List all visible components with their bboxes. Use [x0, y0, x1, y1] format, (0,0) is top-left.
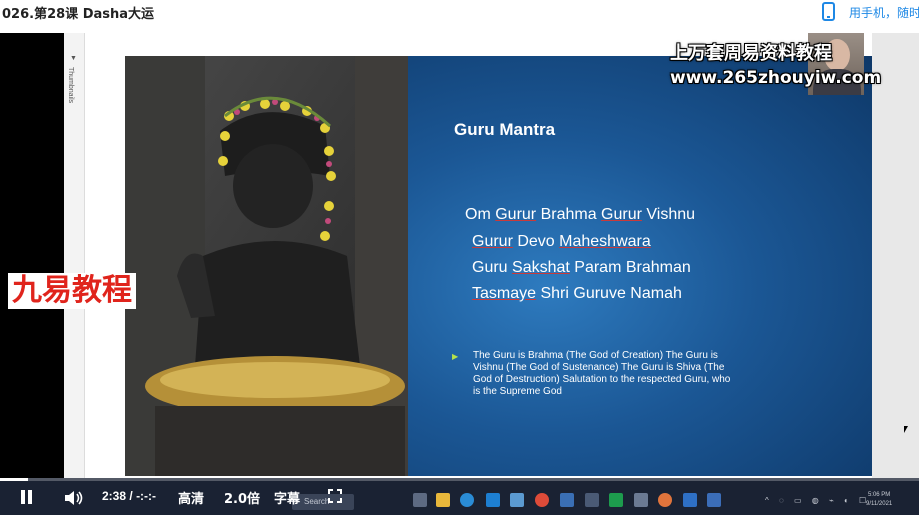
bullet-arrow-icon: ▶ [452, 352, 459, 361]
thumbnails-pane: ▼ Thumbnails [64, 33, 85, 478]
app-icon [510, 493, 524, 507]
app-icon [585, 493, 599, 507]
mantra-text: Guru [472, 259, 513, 276]
app-icon [560, 493, 574, 507]
mouse-cursor-icon [904, 426, 908, 433]
quality-button[interactable]: 高清 [178, 488, 204, 507]
current-time: 2:38 [102, 489, 127, 503]
fullscreen-icon[interactable] [328, 489, 342, 503]
brand-logo: 九易教程 [8, 273, 136, 309]
system-tray: ^ ◌ ▭ ◍ ⌁ ◐ ☐ [765, 496, 871, 505]
presentation-slide: Guru Mantra Om Gurur Brahma Gurur Vishnu… [125, 56, 872, 476]
mantra-text: Brahma [536, 206, 602, 223]
mantra-line-4: Tasmaye Shri Guruve Namah [472, 285, 682, 303]
mantra-text: Om [465, 206, 496, 223]
chrome-icon [535, 493, 549, 507]
slide-bullet-text: The Guru is Brahma (The God of Creation)… [473, 350, 731, 397]
mantra-text: Devo [512, 233, 560, 250]
page-title: 026.第28课 Dasha大运 [2, 7, 155, 22]
video-frame: ▼ Thumbnails Guru Mantra Om Gurur Brahma… [64, 33, 919, 478]
time-display: 2:38 / -:-:- [102, 489, 156, 503]
video-player[interactable]: ▼ Thumbnails Guru Mantra Om Gurur Brahma… [0, 33, 919, 515]
phone-icon[interactable] [822, 2, 835, 21]
progress-bar[interactable] [0, 478, 919, 481]
mantra-text: Gurur [601, 206, 642, 223]
taskbar-clock: 5:06 PM 9/11/2021 [866, 491, 892, 509]
slide-text-panel: Guru Mantra Om Gurur Brahma Gurur Vishnu… [408, 56, 872, 476]
deity-statue-photo [125, 56, 408, 476]
thumbnails-label: Thumbnails [67, 67, 74, 104]
top-bar: 026.第28课 Dasha大运 用手机，随时 [0, 0, 919, 24]
subtitles-button[interactable]: 字幕 [274, 488, 300, 507]
app-icon [486, 493, 500, 507]
slide-margin [872, 33, 919, 478]
time-separator: / [129, 489, 133, 503]
mantra-text: Gurur [495, 206, 537, 223]
mantra-text: Param Brahman [569, 259, 691, 276]
edge-icon [460, 493, 474, 507]
mobile-link[interactable]: 用手机，随时 [849, 4, 919, 21]
mantra-line-1: Om Gurur Brahma Gurur Vishnu [465, 206, 695, 224]
explorer-icon [436, 493, 450, 507]
collapse-icon: ▼ [70, 55, 77, 62]
mantra-text: Maheshwara [559, 233, 651, 250]
mantra-line-3: Guru Sakshat Param Brahman [472, 259, 691, 277]
taskbar-search-placeholder: Search [304, 497, 330, 506]
total-time: -:-:- [136, 489, 157, 503]
mantra-text: Sakshat [512, 259, 570, 276]
volume-icon[interactable] [64, 490, 84, 506]
app-icon [683, 493, 697, 507]
excel-icon [609, 493, 623, 507]
pause-icon[interactable] [20, 490, 33, 505]
mantra-text: Tasmaye [472, 285, 537, 302]
taskview-icon [413, 493, 427, 507]
clock-date: 9/11/2021 [866, 501, 893, 507]
app-icon [658, 493, 672, 507]
speed-button[interactable]: 2.0倍 [224, 488, 260, 507]
slide-title: Guru Mantra [454, 120, 556, 139]
watermark-text: 上万套周易资料教程 [670, 43, 832, 64]
watermark-url: www.265zhouyiw.com [670, 68, 882, 88]
mantra-text: Shri Guruve Namah [536, 285, 682, 302]
app-icon [707, 493, 721, 507]
app-icon [634, 493, 648, 507]
mantra-text: Gurur [472, 233, 513, 250]
mantra-line-2: Gurur Devo Maheshwara [472, 233, 651, 251]
clock-time: 5:06 PM [867, 492, 891, 498]
progress-fill [0, 478, 28, 481]
mantra-text: Vishnu [641, 206, 696, 223]
